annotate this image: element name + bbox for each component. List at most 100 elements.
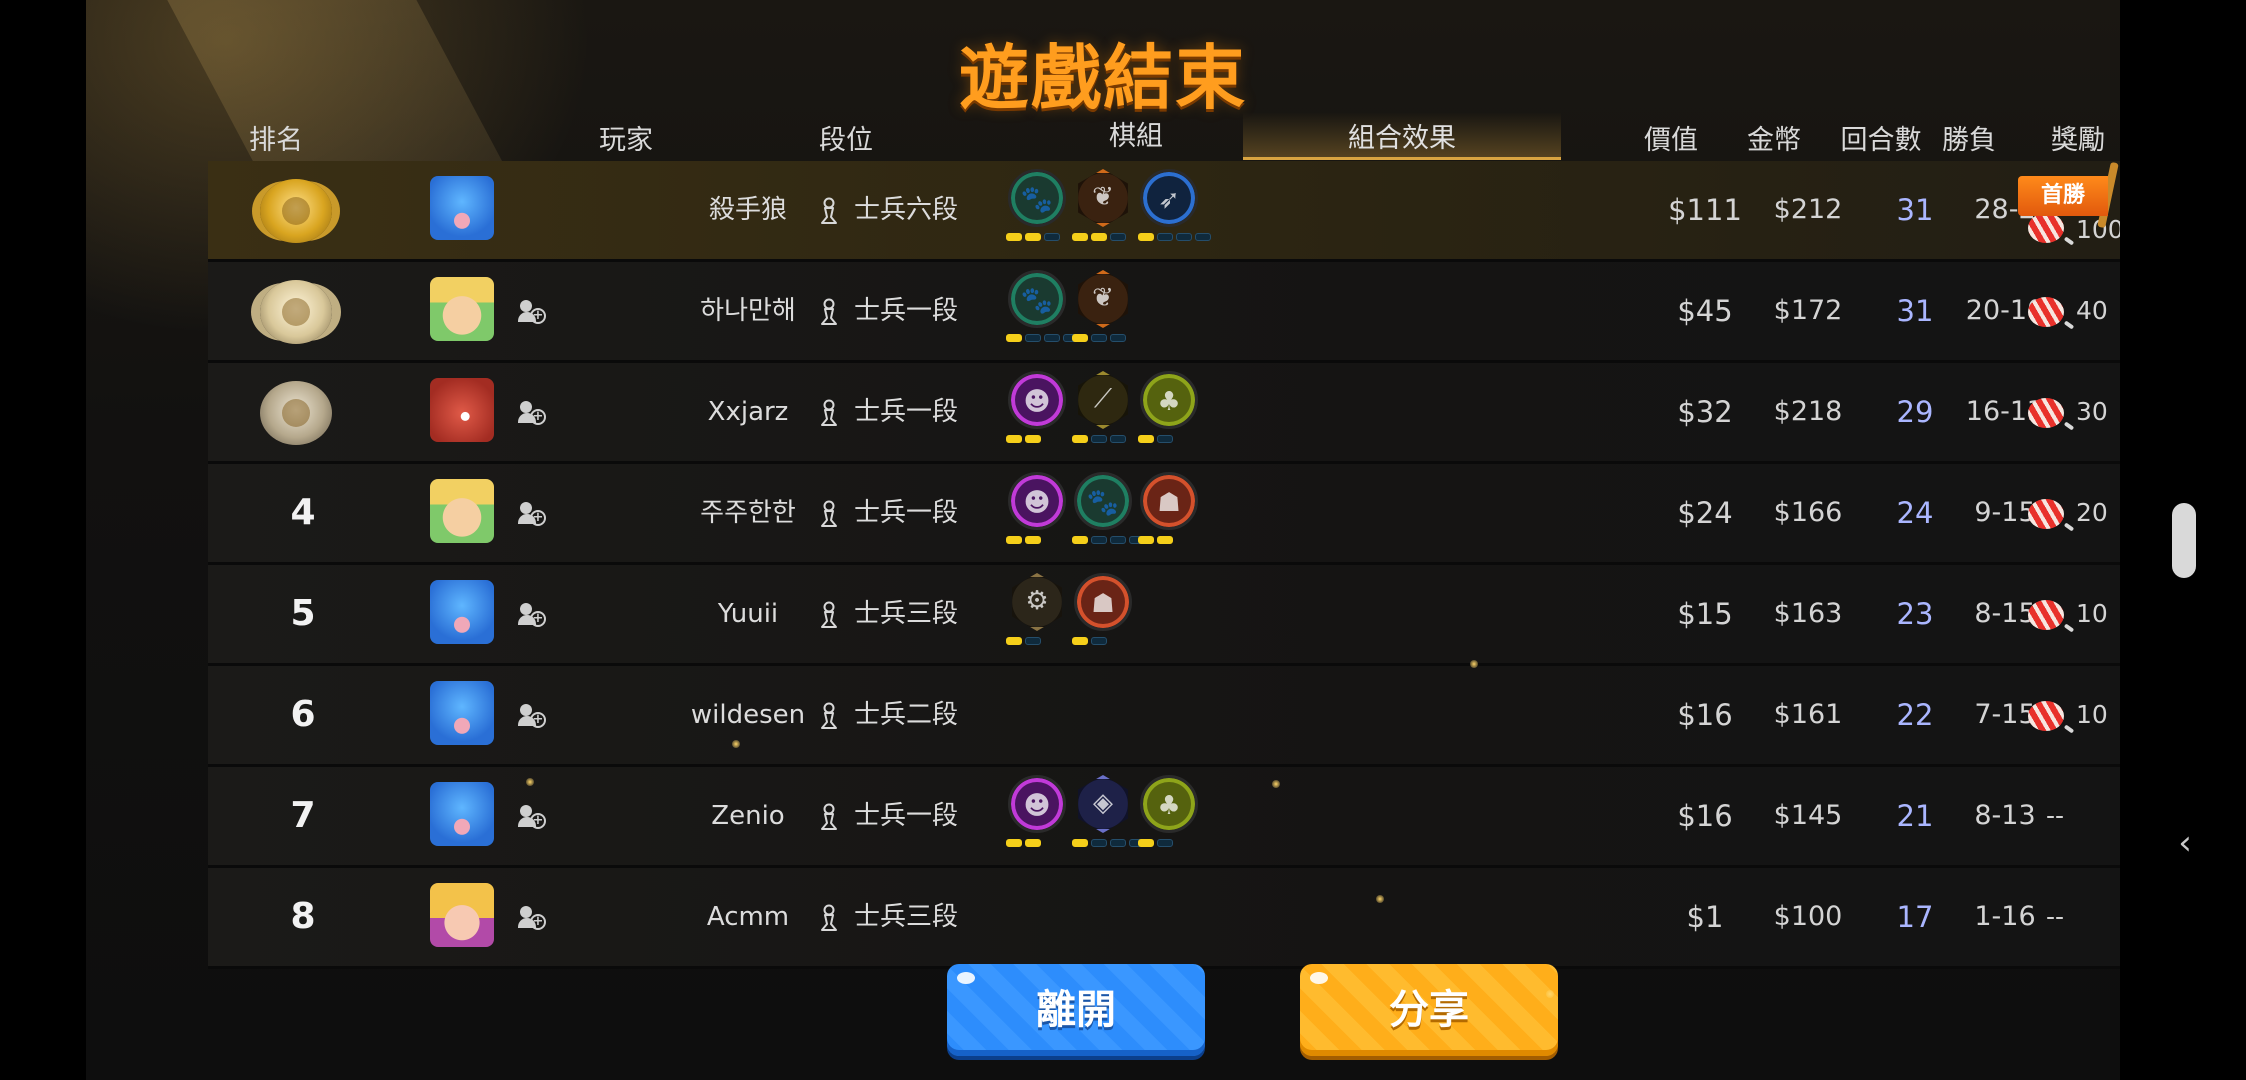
avatar[interactable] — [430, 479, 494, 543]
trait-pip — [1006, 637, 1022, 645]
feather-blue-icon[interactable]: ➶ — [1140, 169, 1198, 227]
table-row[interactable]: 7 + Zenio 士兵一段 ☻ ◈ ♣ $16 $145 21 8-13 -- — [208, 767, 2120, 868]
add-friend-plus: + — [530, 813, 546, 829]
table-row[interactable]: 殺手狼 士兵六段 🐾 ❦ ➶ $111 $212 31 28-2 100 — [208, 161, 2120, 262]
table-row[interactable]: 6 + wildesen 士兵二段 $16 $161 22 7-15 10 — [208, 666, 2120, 767]
trait-pip — [1091, 233, 1107, 241]
add-friend-icon[interactable]: + — [518, 904, 546, 932]
add-friend-icon[interactable]: + — [518, 399, 546, 427]
trait-level-pips — [1006, 233, 1060, 241]
claw-gold-icon[interactable]: ⟋ — [1078, 371, 1128, 429]
header-tier: 段位 — [819, 125, 873, 156]
avatar[interactable] — [430, 378, 494, 442]
table-row[interactable]: 5 + Yuuii 士兵三段 ⚙ ☗ $15 $163 23 8-15 10 — [208, 565, 2120, 666]
trait-pip — [1110, 435, 1126, 443]
sparkle — [1470, 660, 1478, 668]
avatar[interactable] — [430, 176, 494, 240]
sparkle — [732, 740, 740, 748]
pawn-icon — [821, 298, 837, 325]
leave-button[interactable]: 離開 — [947, 964, 1205, 1056]
trait-pip — [1110, 536, 1126, 544]
paw-green-icon[interactable]: 🐾 — [1008, 270, 1066, 328]
add-friend-icon[interactable]: + — [518, 601, 546, 629]
table-row[interactable]: 4 + 주주한한 士兵一段 ☻ 🐾 ☗ $24 $166 24 9-15 20 — [208, 464, 2120, 565]
medal-emblem — [282, 399, 310, 427]
paw-green-icon[interactable]: 🐾 — [1074, 472, 1132, 530]
demon-purple-icon[interactable]: ☻ — [1008, 472, 1066, 530]
tier-label: 士兵一段 — [854, 801, 959, 831]
header-player: 玩家 — [599, 125, 653, 156]
demon-purple-icon[interactable]: ☻ — [1008, 371, 1066, 429]
trait-glyph: ❦ — [1092, 283, 1114, 313]
trait-pip — [1157, 233, 1173, 241]
chevron-left-icon[interactable]: ‹ — [2170, 826, 2200, 860]
pawn-icon — [821, 702, 837, 729]
page-title: 遊戲結束 — [959, 37, 1247, 119]
trait-pip — [1157, 435, 1173, 443]
player-tier: 士兵一段 — [818, 262, 958, 360]
add-friend-head — [520, 401, 532, 413]
player-tier: 士兵三段 — [818, 868, 958, 966]
leaf-orange-icon[interactable]: ❦ — [1078, 169, 1128, 227]
trait-pip — [1006, 839, 1022, 847]
tier-label: 士兵二段 — [854, 700, 959, 730]
trait-pip — [1025, 839, 1041, 847]
cluster-olive-icon[interactable]: ♣ — [1140, 371, 1198, 429]
header-set: 棋組 — [1109, 121, 1163, 152]
add-friend-head — [520, 502, 532, 514]
trait-pip — [1110, 233, 1126, 241]
trait-level-pips — [1006, 435, 1041, 443]
add-friend-icon[interactable]: + — [518, 702, 546, 730]
avatar[interactable] — [430, 681, 494, 745]
tab-synergy[interactable]: 組合效果 — [1243, 112, 1561, 160]
trait-level-pips — [1072, 637, 1107, 645]
avatar[interactable] — [430, 782, 494, 846]
table-row[interactable]: + Xxjarz 士兵一段 ☻ ⟋ ♣ $32 $218 29 16-13 30 — [208, 363, 2120, 464]
trait-level-pips — [1006, 839, 1041, 847]
gear-grey-icon[interactable]: ⚙ — [1012, 573, 1062, 631]
pawn-icon — [821, 197, 837, 224]
add-friend-icon[interactable]: + — [518, 500, 546, 528]
trait-glyph: ♣ — [1157, 387, 1181, 417]
player-tier: 士兵一段 — [818, 767, 958, 865]
beast-indigo-icon[interactable]: ◈ — [1078, 775, 1128, 833]
trait-glyph: 🐾 — [1086, 488, 1120, 518]
leaf-orange-icon[interactable]: ❦ — [1078, 270, 1128, 328]
trait-pip — [1072, 233, 1088, 241]
rank-number: 4 — [290, 492, 316, 533]
player-tier: 士兵二段 — [818, 666, 958, 764]
trait-pip — [1006, 435, 1022, 443]
trait-glyph: ♣ — [1157, 791, 1181, 821]
table-row[interactable]: 8 + Acmm 士兵三段 $1 $100 17 1-16 -- — [208, 868, 2120, 969]
trait-glyph: ◈ — [1093, 788, 1113, 818]
reward-amount: 30 — [2076, 397, 2108, 426]
add-friend-head — [520, 704, 532, 716]
add-friend-icon[interactable]: + — [518, 803, 546, 831]
first-win-banner: 首勝 — [2018, 176, 2108, 216]
trait-pip — [1091, 637, 1107, 645]
avatar[interactable] — [430, 883, 494, 947]
horned-red-icon[interactable]: ☗ — [1074, 573, 1132, 631]
tier-label: 士兵一段 — [854, 397, 959, 427]
paw-green-icon[interactable]: 🐾 — [1008, 169, 1066, 227]
reward-amount: -- — [2046, 902, 2065, 931]
candy-icon — [2028, 297, 2064, 327]
trait-level-pips — [1006, 637, 1041, 645]
avatar[interactable] — [430, 580, 494, 644]
avatar[interactable] — [430, 277, 494, 341]
horned-red-icon[interactable]: ☗ — [1140, 472, 1198, 530]
demon-purple-icon[interactable]: ☻ — [1008, 775, 1066, 833]
medal-emblem — [282, 197, 310, 225]
add-friend-icon[interactable]: + — [518, 298, 546, 326]
scrollbar[interactable] — [2172, 503, 2196, 578]
trait-pip — [1091, 435, 1107, 443]
value-amount: $45 — [1677, 294, 1733, 328]
trait-pip — [1006, 233, 1022, 241]
share-button[interactable]: 分享 — [1300, 964, 1558, 1056]
add-friend-plus: + — [530, 308, 546, 324]
trait-pip — [1110, 839, 1126, 847]
reward-cell: 10 — [2018, 565, 2120, 663]
cluster-olive-icon[interactable]: ♣ — [1140, 775, 1198, 833]
trait-pip — [1138, 839, 1154, 847]
table-row[interactable]: + 하나만해 士兵一段 🐾 ❦ $45 $172 31 20-10 40 — [208, 262, 2120, 363]
